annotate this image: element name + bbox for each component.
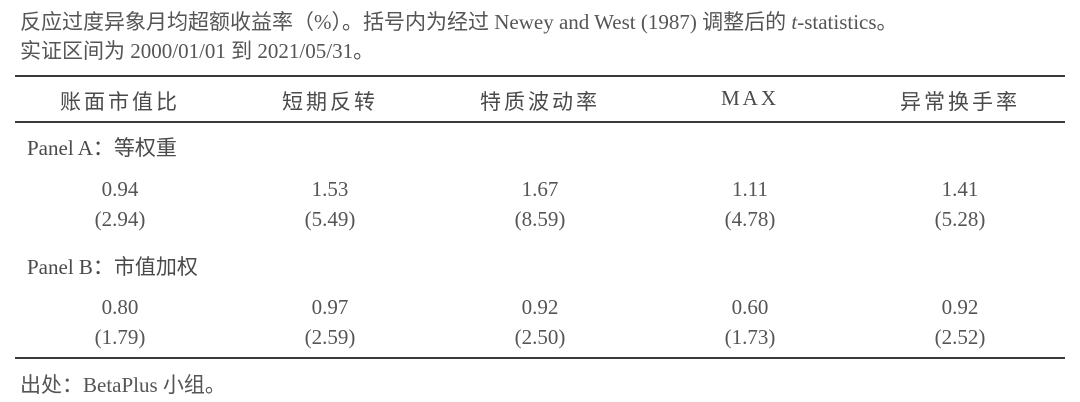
table-cell: 1.41 [941, 177, 979, 201]
source-note: 出处：BetaPlus 小组。 [20, 373, 226, 397]
table-cell: 0.80 [101, 295, 139, 319]
caption-line-1-tail: -statistics。 [797, 10, 898, 34]
table-cell: 1.11 [732, 177, 768, 201]
column-header-book-to-market: 账面市值比 [60, 90, 180, 114]
table-cell: (5.28) [934, 207, 986, 231]
table-caption: 反应过度异象月均超额收益率（%）。括号内为经过 Newey and West (… [20, 8, 1075, 66]
table-cell: 0.92 [941, 295, 979, 319]
table-cell: (2.59) [304, 325, 356, 349]
table-cell: 1.67 [521, 177, 559, 201]
table-cell: 0.97 [311, 295, 349, 319]
table-header-row: 账面市值比 短期反转 特质波动率 MAX 异常换手率 [15, 86, 1065, 116]
table-cell: 0.92 [521, 295, 559, 319]
caption-line-2: 实证区间为 2000/01/01 到 2021/05/31。 [20, 39, 375, 63]
table-cell: (2.94) [94, 207, 146, 231]
table-cell: 0.94 [101, 177, 139, 201]
panel-a-returns-row: 0.94 1.53 1.67 1.11 1.41 [15, 177, 1065, 202]
caption-line-1-text: 反应过度异象月均超额收益率（%）。括号内为经过 Newey and West (… [20, 10, 792, 34]
table-top-rule [15, 75, 1065, 77]
table-cell: 1.53 [311, 177, 349, 201]
panel-b-tstats-row: (1.79) (2.59) (2.50) (1.73) (2.52) [15, 325, 1065, 350]
column-header-abnormal-turnover: 异常换手率 [900, 90, 1020, 114]
table-cell: (1.79) [94, 325, 146, 349]
table-cell: (2.52) [934, 325, 986, 349]
column-header-idiosyncratic-volatility: 特质波动率 [480, 90, 600, 114]
table-cell: (2.50) [514, 325, 566, 349]
panel-b-label: Panel B：市值加权 [27, 255, 198, 279]
table-bottom-rule [15, 357, 1065, 359]
table-cell: (5.49) [304, 207, 356, 231]
table-header-rule [15, 121, 1065, 123]
panel-b-returns-row: 0.80 0.97 0.92 0.60 0.92 [15, 295, 1065, 320]
column-header-short-term-reversal: 短期反转 [282, 90, 378, 114]
table-cell: (4.78) [724, 207, 776, 231]
table-cell: 0.60 [731, 295, 769, 319]
caption-line-1: 反应过度异象月均超额收益率（%）。括号内为经过 Newey and West (… [20, 8, 1075, 37]
panel-a-label: Panel A：等权重 [27, 136, 177, 160]
panel-a-tstats-row: (2.94) (5.49) (8.59) (4.78) (5.28) [15, 207, 1065, 232]
table-cell: (1.73) [724, 325, 776, 349]
table-cell: (8.59) [514, 207, 566, 231]
column-header-max: MAX [720, 86, 779, 110]
